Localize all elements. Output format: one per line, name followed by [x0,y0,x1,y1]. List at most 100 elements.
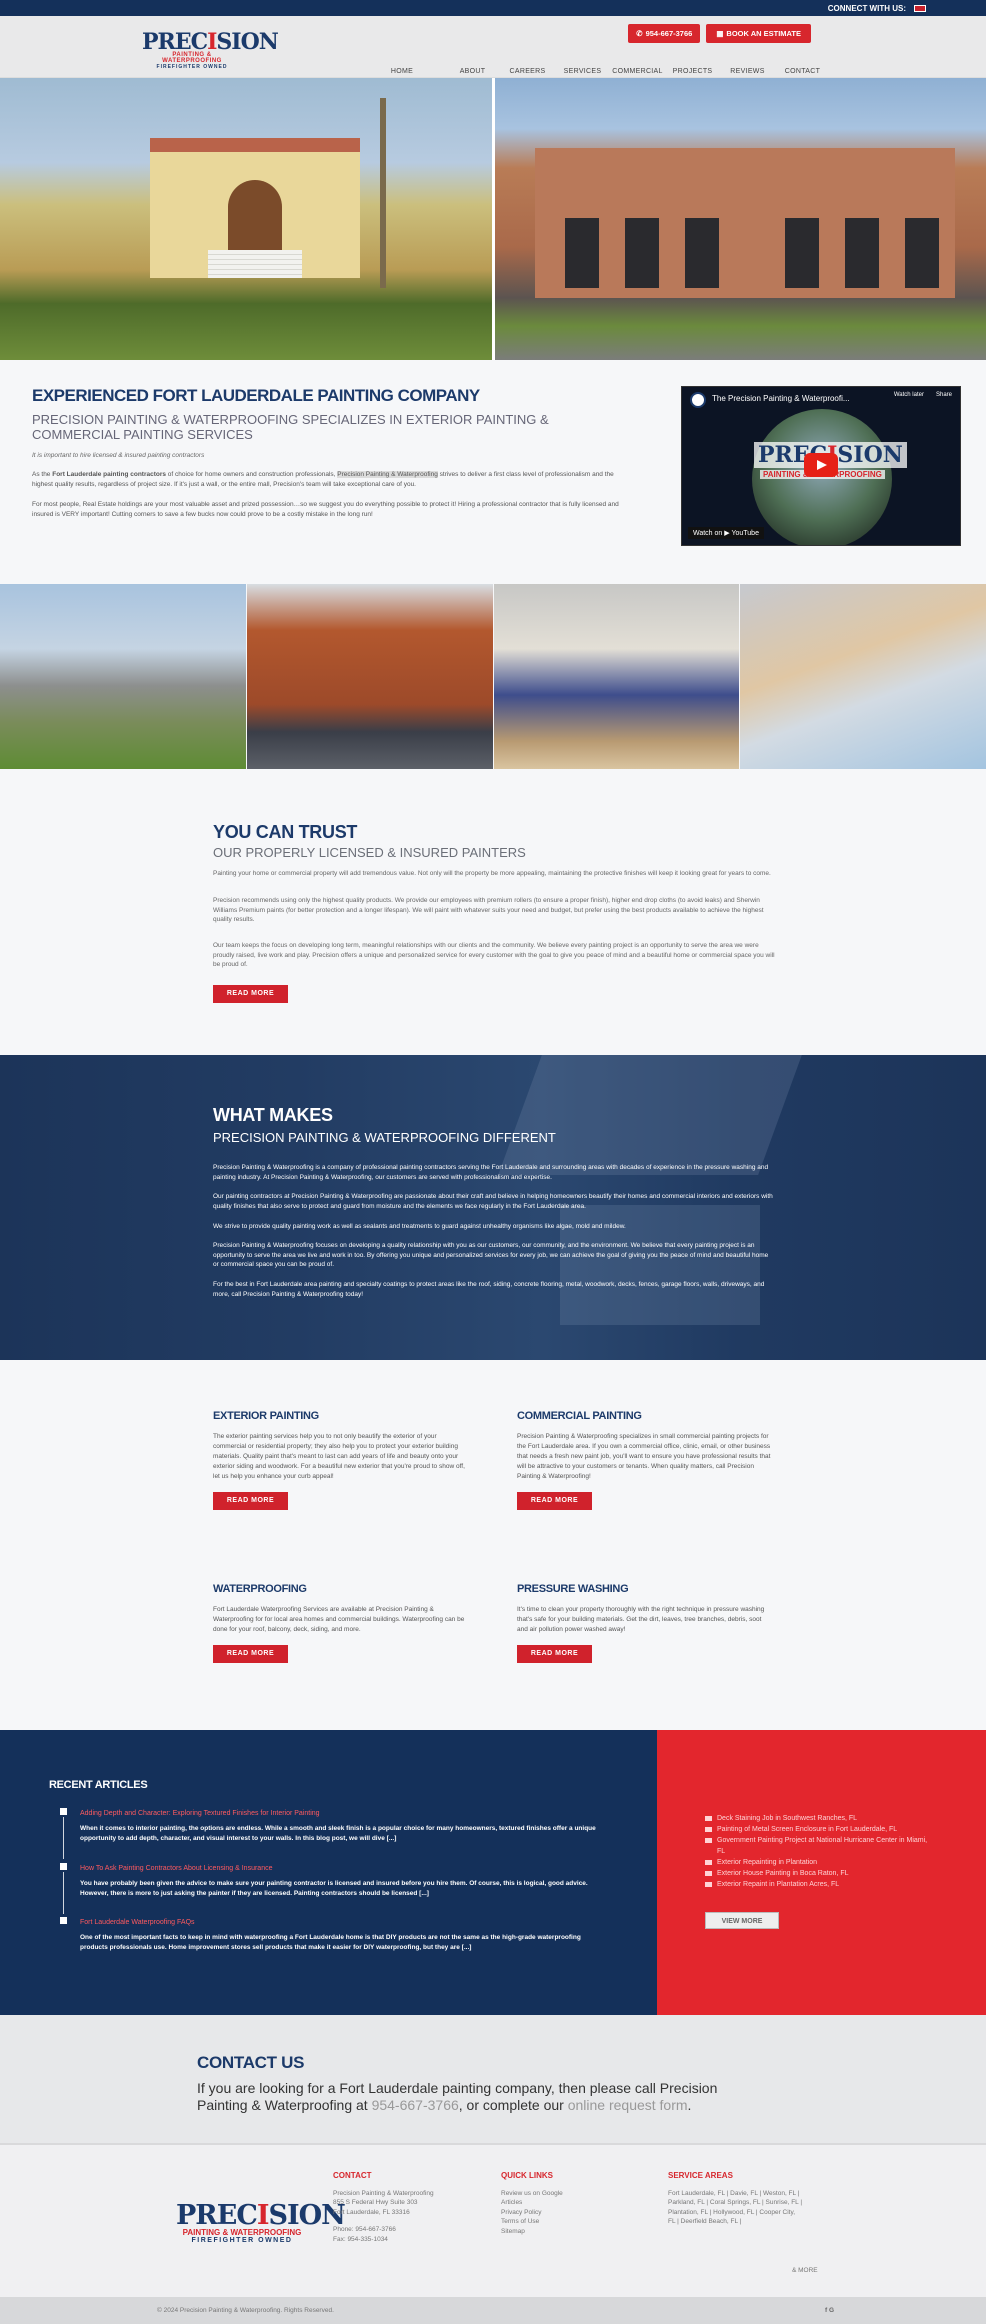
request-form-link[interactable]: online request form [568,2097,688,2113]
project-link[interactable]: Exterior Repaint in Plantation Acres, FL [705,1879,935,1890]
intro-note: It is important to hire licensed & insur… [32,452,204,459]
channel-icon[interactable] [690,392,706,408]
article-link[interactable]: How To Ask Painting Contractors About Li… [80,1865,272,1872]
trust-paragraph-1: Painting your home or commercial propert… [213,869,775,879]
service-text: It's time to clean your property thoroug… [517,1605,772,1635]
recent-articles-title: RECENT ARTICLES [49,1779,147,1791]
copyright-bar: © 2024 Precision Painting & Waterproofin… [0,2297,986,2324]
watch-on-youtube-button[interactable]: Watch on ▶ YouTube [688,527,764,539]
share-button[interactable]: Share [936,392,952,398]
video-title[interactable]: The Precision Painting & Waterproofi... [712,394,850,403]
top-bar: CONNECT WITH US: [0,0,986,16]
trust-title: YOU CAN TRUST [213,822,357,843]
hero-commercial-photo [495,78,986,360]
video-player[interactable]: The Precision Painting & Waterproofi... … [681,386,961,546]
flag-icon[interactable] [914,5,926,12]
contact-title: CONTACT US [197,2053,304,2073]
service-title: WATERPROOFING [213,1583,468,1595]
footer-more-link[interactable]: & MORE [792,2267,818,2274]
pressure-washing-read-more-button[interactable]: READ MORE [517,1645,592,1663]
gallery-photo-paintbrush [740,584,986,769]
service-exterior-painting: EXTERIOR PAINTING The exterior painting … [213,1410,468,1510]
footer-phone[interactable]: Phone: 954-667-3766 [333,2225,434,2235]
project-link[interactable]: Government Painting Project at National … [705,1835,935,1857]
service-title: COMMERCIAL PAINTING [517,1410,772,1422]
nav-projects[interactable]: PROJECTS [665,68,720,75]
service-commercial-painting: COMMERCIAL PAINTING Precision Painting &… [517,1410,772,1510]
projects-panel: Deck Staining Job in Southwest Ranches, … [657,1730,986,2015]
gallery-photo-living-room [494,584,740,769]
connect-label: CONNECT WITH US: [828,4,906,13]
project-link[interactable]: Exterior Repainting in Plantation [705,1857,935,1868]
contact-phone-link[interactable]: 954-667-3766 [372,2097,459,2113]
contact-text: If you are looking for a Fort Lauderdale… [197,2080,757,2114]
project-link[interactable]: Painting of Metal Screen Enclosure in Fo… [705,1824,935,1835]
waterproofing-read-more-button[interactable]: READ MORE [213,1645,288,1663]
trust-section: YOU CAN TRUST OUR PROPERLY LICENSED & IN… [0,769,986,1055]
copyright-text: © 2024 Precision Painting & Waterproofin… [157,2307,334,2314]
nav-commercial[interactable]: COMMERCIAL [610,68,665,75]
commercial-read-more-button[interactable]: READ MORE [517,1492,592,1510]
different-paragraph-2: Our painting contractors at Precision Pa… [213,1192,775,1211]
phone-icon: ✆ [636,29,642,38]
article-link[interactable]: Adding Depth and Character: Exploring Te… [80,1810,320,1817]
article-item: Fort Lauderdale Waterproofing FAQs One o… [60,1917,600,1952]
footer-quick-title: QUICK LINKS [501,2171,563,2181]
article-excerpt: When it comes to interior painting, the … [80,1824,600,1843]
nav-about[interactable]: ABOUT [445,68,500,75]
footer-logo[interactable]: PRECISION PAINTING & WATERPROOFING FIREF… [176,2203,308,2244]
different-section: WHAT MAKES PRECISION PAINTING & WATERPRO… [0,1055,986,1360]
contact-section: CONTACT US If you are looking for a Fort… [0,2015,986,2145]
nav-home[interactable]: HOME [390,68,414,75]
service-title: PRESSURE WASHING [517,1583,772,1595]
recent-articles-section: RECENT ARTICLES Adding Depth and Charact… [0,1730,986,2015]
social-icons[interactable]: f G [825,2307,834,2314]
trust-paragraph-2: Precision recommends using only the high… [213,896,775,925]
footer-link[interactable]: Review us on Google [501,2189,563,2199]
trust-read-more-button[interactable]: READ MORE [213,985,288,1003]
footer-link[interactable]: Privacy Policy [501,2208,563,2218]
different-title: WHAT MAKES [213,1105,333,1126]
footer-quick-links: QUICK LINKS Review us on Google Articles… [501,2171,563,2236]
photo-strip [0,584,986,769]
article-link[interactable]: Fort Lauderdale Waterproofing FAQs [80,1919,195,1926]
phone-button[interactable]: ✆954-667-3766 [628,24,700,43]
project-link[interactable]: Exterior House Painting in Boca Raton, F… [705,1868,935,1879]
site-logo[interactable]: PRECISION PAINTING & WATERPROOFING FIREF… [142,32,242,70]
project-links: Deck Staining Job in Southwest Ranches, … [705,1813,935,1890]
footer-fax: Fax: 954-335-1034 [333,2235,434,2245]
project-link[interactable]: Deck Staining Job in Southwest Ranches, … [705,1813,935,1824]
intro-paragraph-2: For most people, Real Estate holdings ar… [32,500,622,519]
trust-subtitle: OUR PROPERLY LICENSED & INSURED PAINTERS [213,845,526,860]
trust-paragraph-3: Our team keeps the focus on developing l… [213,941,775,970]
nav-reviews[interactable]: REVIEWS [720,68,775,75]
intro-subtitle: PRECISION PAINTING & WATERPROOFING SPECI… [32,412,592,442]
different-paragraph-1: Precision Painting & Waterproofing is a … [213,1163,775,1182]
different-paragraph-4: Precision Painting & Waterproofing focus… [213,1241,775,1270]
footer-service-areas: SERVICE AREAS Fort Lauderdale, FL | Davi… [668,2171,828,2227]
exterior-read-more-button[interactable]: READ MORE [213,1492,288,1510]
footer-link[interactable]: Terms of Use [501,2217,563,2227]
different-subtitle: PRECISION PAINTING & WATERPROOFING DIFFE… [213,1130,556,1145]
footer-link[interactable]: Sitemap [501,2227,563,2237]
service-text: Fort Lauderdale Waterproofing Services a… [213,1605,468,1635]
intro-section: EXPERIENCED FORT LAUDERDALE PAINTING COM… [0,360,986,584]
watch-later-button[interactable]: Watch later [894,392,924,398]
book-estimate-button[interactable]: ▦BOOK AN ESTIMATE [706,24,811,43]
site-footer: PRECISION PAINTING & WATERPROOFING FIREF… [0,2145,986,2297]
hero-house-photo [0,78,492,360]
nav-contact[interactable]: CONTACT [775,68,830,75]
service-text: The exterior painting services help you … [213,1432,468,1482]
gallery-photo-brick [247,584,493,769]
nav-careers[interactable]: CAREERS [500,68,555,75]
nav-services[interactable]: SERVICES [555,68,610,75]
footer-link[interactable]: Articles [501,2198,563,2208]
footer-areas-title: SERVICE AREAS [668,2171,828,2181]
view-more-button[interactable]: VIEW MORE [705,1912,779,1929]
article-item: Adding Depth and Character: Exploring Te… [60,1808,600,1843]
article-item: How To Ask Painting Contractors About Li… [60,1863,600,1898]
calendar-icon: ▦ [716,29,723,38]
play-icon[interactable] [804,453,838,477]
article-excerpt: You have probably been given the advice … [80,1879,600,1898]
service-text: Precision Painting & Waterproofing speci… [517,1432,772,1482]
